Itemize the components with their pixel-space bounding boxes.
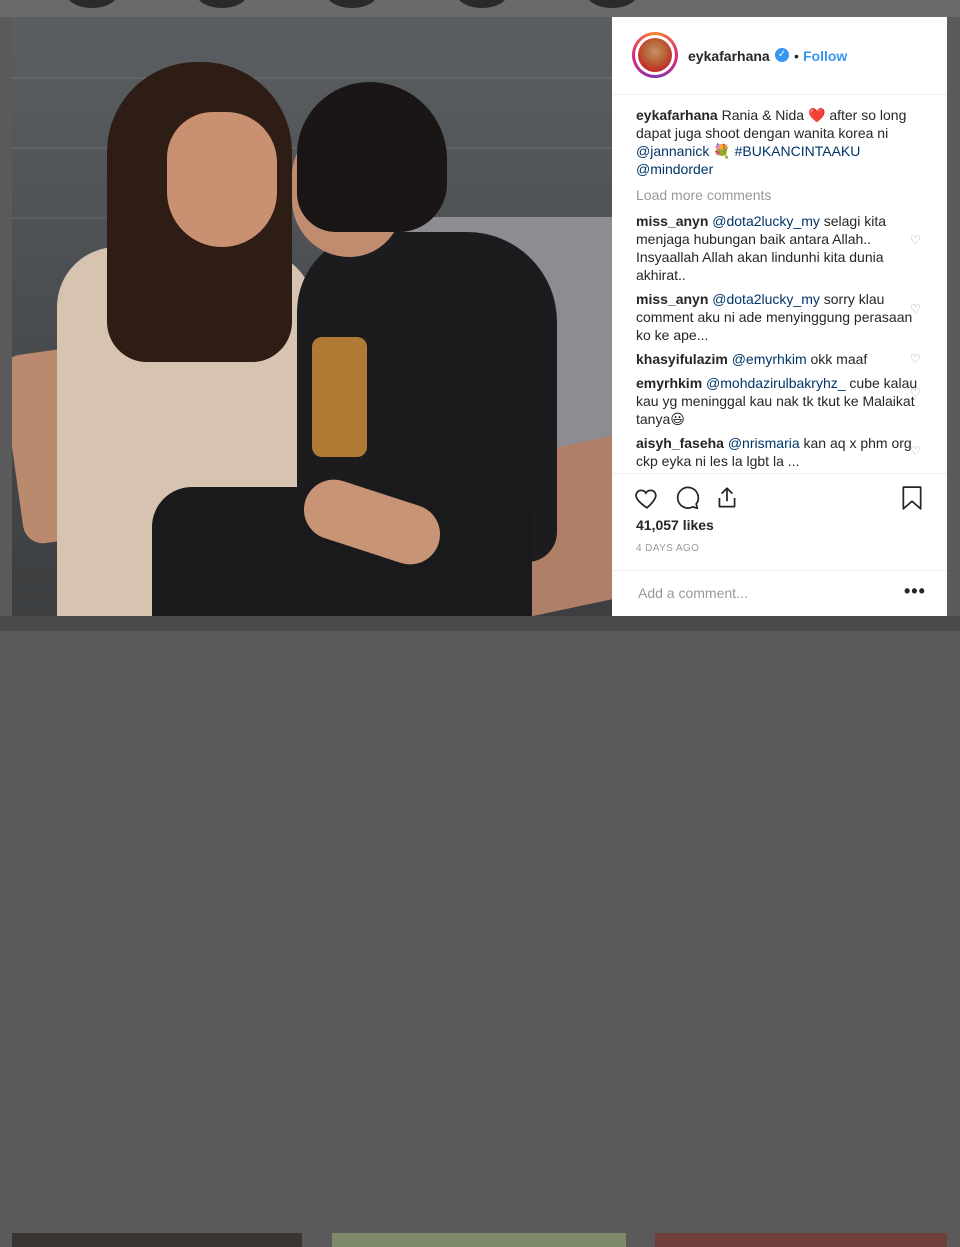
backdrop-thumb	[456, 0, 508, 8]
backdrop-thumb	[586, 0, 638, 8]
more-options-icon[interactable]: •••	[904, 581, 926, 602]
caption-username[interactable]: eykafarhana	[636, 107, 718, 123]
backdrop-thumb	[326, 0, 378, 8]
backdrop-thumb	[12, 1233, 302, 1247]
comment-bubble-icon[interactable]	[674, 485, 700, 516]
comment-item: emyrhkim @mohdazirulbakryhz_ cube kalau …	[636, 374, 926, 428]
comment-mention[interactable]: @dota2lucky_my	[712, 213, 820, 229]
post-header: eykafarhana ✓ • Follow	[612, 17, 947, 95]
avatar[interactable]	[632, 32, 678, 78]
backdrop-thumb	[655, 1233, 947, 1247]
comment-heart-icon[interactable]: ♡	[910, 350, 921, 368]
comment-item: aisyh_faseha @nrismaria kan aq x phm org…	[636, 434, 926, 470]
caption-hashtag[interactable]: #BUKANCINTAAKU	[735, 143, 861, 159]
backdrop-top	[0, 0, 960, 17]
comment-item: miss_anyn @dota2lucky_my sorry klau comm…	[636, 290, 926, 344]
share-icon[interactable]	[714, 485, 740, 516]
caption-text: Rania & Nida	[717, 107, 808, 123]
load-more-comments-button[interactable]: Load more comments	[636, 186, 926, 204]
comment-heart-icon[interactable]: ♡	[910, 300, 921, 318]
wall-texture	[12, 77, 612, 79]
bookmark-icon[interactable]	[900, 485, 924, 516]
action-bar	[612, 473, 947, 510]
comment-username[interactable]: miss_anyn	[636, 213, 708, 229]
post-timestamp[interactable]: 4 DAYS AGO	[636, 543, 699, 554]
comment-mention[interactable]: @nrismaria	[728, 435, 800, 451]
comment-username[interactable]: khasyifulazim	[636, 351, 728, 367]
comment-mention[interactable]: @dota2lucky_my	[712, 291, 820, 307]
comments-list: eykafarhana Rania & Nida ❤️ after so lon…	[636, 106, 926, 476]
post-side-panel: eykafarhana ✓ • Follow eykafarhana Rania…	[612, 17, 947, 616]
header-username[interactable]: eykafarhana	[688, 48, 770, 64]
add-comment-input[interactable]	[636, 584, 900, 602]
backdrop-thumb	[196, 0, 248, 8]
backdrop-thumb	[332, 1233, 626, 1247]
follow-button[interactable]: Follow	[803, 48, 847, 64]
separator-dot: •	[794, 48, 799, 64]
heart-icon[interactable]	[634, 485, 660, 516]
backdrop-bottom	[0, 616, 960, 1247]
comment-mention[interactable]: @emyrhkim	[732, 351, 807, 367]
add-comment-bar: •••	[612, 570, 947, 617]
comment-text: okk maaf	[806, 351, 868, 367]
photo-person-right-top	[312, 337, 367, 457]
photo-person-right-hair	[297, 82, 447, 232]
heart-emoji: ❤️	[808, 107, 826, 123]
comment-heart-icon[interactable]: ♡	[910, 384, 921, 402]
post-photo[interactable]	[12, 17, 612, 616]
caption-mention[interactable]: @mindorder	[636, 161, 713, 177]
avatar-border	[635, 35, 675, 75]
backdrop-thumb	[66, 0, 118, 8]
comment-username[interactable]: emyrhkim	[636, 375, 702, 391]
flower-emoji: 💐	[713, 143, 731, 159]
comment-username[interactable]: miss_anyn	[636, 291, 708, 307]
comment-heart-icon[interactable]: ♡	[910, 442, 921, 460]
comment-item: miss_anyn @dota2lucky_my selagi kita men…	[636, 212, 926, 284]
post-caption: eykafarhana Rania & Nida ❤️ after so lon…	[636, 106, 926, 178]
photo-person-left-face	[167, 112, 277, 247]
comment-mention[interactable]: @mohdazirulbakryhz_	[706, 375, 846, 391]
verified-badge-icon: ✓	[775, 48, 789, 62]
avatar-image	[638, 38, 672, 72]
comment-username[interactable]: aisyh_faseha	[636, 435, 724, 451]
like-count[interactable]: 41,057 likes	[636, 517, 714, 533]
comment-item: khasyifulazim @emyrhkim okk maaf ♡	[636, 350, 926, 368]
caption-mention[interactable]: @jannanick	[636, 143, 709, 159]
comment-heart-icon[interactable]: ♡	[910, 231, 921, 249]
